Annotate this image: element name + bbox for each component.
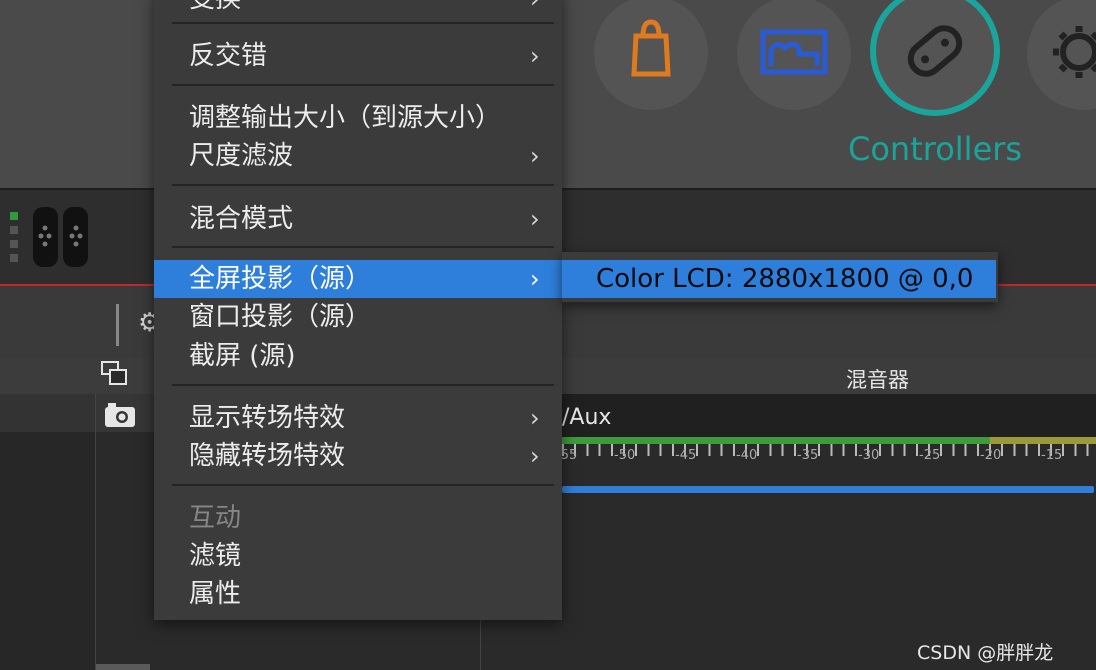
- chevron-right-icon: ›: [530, 265, 540, 293]
- menu-item-properties[interactable]: 属性: [154, 575, 562, 613]
- gear-icon: [1053, 26, 1096, 78]
- menu-item-deinterlace[interactable]: 反交错 ›: [154, 37, 562, 75]
- mixer-title: 混音器: [846, 368, 909, 392]
- mixer-channel-name: /Aux: [562, 405, 612, 430]
- menu-separator: [172, 484, 554, 486]
- volume-slider[interactable]: [562, 486, 1094, 493]
- status-dot: [10, 240, 18, 248]
- menu-separator: [172, 84, 554, 86]
- menu-item-screenshot[interactable]: 截屏 (源): [154, 337, 562, 375]
- toolbar-separator: [116, 304, 119, 346]
- shopping-bag-icon: [631, 19, 671, 77]
- scrollbar[interactable]: [96, 664, 150, 670]
- joycon-icon: [33, 207, 88, 267]
- menu-separator: [172, 184, 554, 186]
- controllers-label: Controllers: [848, 130, 1023, 168]
- menu-separator: [172, 246, 554, 248]
- album-icon: [760, 29, 828, 75]
- meter-tick-label: -40: [736, 448, 758, 463]
- menu-item-transform[interactable]: 变换 ›: [154, 0, 562, 18]
- menu-separator: [172, 384, 554, 386]
- status-dot: [10, 226, 18, 234]
- watermark: CSDN @胖胖龙: [917, 642, 1054, 664]
- controllers-tile[interactable]: [870, 0, 1000, 116]
- menu-item-filters[interactable]: 滤镜: [154, 537, 562, 575]
- menu-item-hide-transition[interactable]: 隐藏转场特效 ›: [154, 437, 562, 475]
- chevron-right-icon: ›: [530, 42, 540, 70]
- menu-item-interact: 互动: [189, 503, 242, 533]
- menu-item-fullscreen-projector[interactable]: 全屏投影（源） ›: [154, 260, 562, 298]
- chevron-right-icon: ›: [530, 442, 540, 470]
- submenu-item-display[interactable]: Color LCD: 2880x1800 @ 0,0: [562, 260, 996, 298]
- meter-tick-label: -25: [919, 448, 941, 463]
- menu-item-blend-mode[interactable]: 混合模式 ›: [154, 200, 562, 238]
- chevron-right-icon: ›: [530, 404, 540, 432]
- controller-icon: [907, 25, 963, 77]
- menu-item-resize-output[interactable]: 调整输出大小（到源大小）: [154, 99, 562, 137]
- menu-item-scale-filter[interactable]: 尺度滤波 ›: [154, 137, 562, 175]
- meter-tick-label: -45: [675, 448, 697, 463]
- level-meter: [562, 437, 990, 444]
- album-tile[interactable]: [737, 0, 851, 110]
- list-item[interactable]: [0, 394, 95, 432]
- level-meter-warn: [990, 437, 1096, 444]
- meter-tick-label: -35: [797, 448, 819, 463]
- menu-separator: [172, 22, 554, 24]
- meter-tick-label: -15: [1041, 448, 1063, 463]
- shop-tile[interactable]: [594, 0, 708, 110]
- status-dot: [10, 212, 18, 220]
- chevron-right-icon: ›: [530, 142, 540, 170]
- chevron-right-icon: ›: [530, 205, 540, 233]
- scenes-dock: [0, 394, 96, 670]
- menu-item-windowed-projector[interactable]: 窗口投影（源）: [154, 298, 562, 336]
- meter-tick-label: -50: [614, 448, 636, 463]
- window-icon: [101, 361, 127, 385]
- meter-tick-label: -30: [858, 448, 880, 463]
- meter-ticks: [562, 444, 1096, 456]
- camera-icon: [105, 403, 135, 427]
- meter-tick-label: -20: [980, 448, 1002, 463]
- chevron-right-icon: ›: [530, 0, 540, 18]
- menu-item-show-transition[interactable]: 显示转场特效 ›: [154, 399, 562, 437]
- settings-tile[interactable]: [1027, 0, 1096, 110]
- status-dot: [10, 254, 18, 262]
